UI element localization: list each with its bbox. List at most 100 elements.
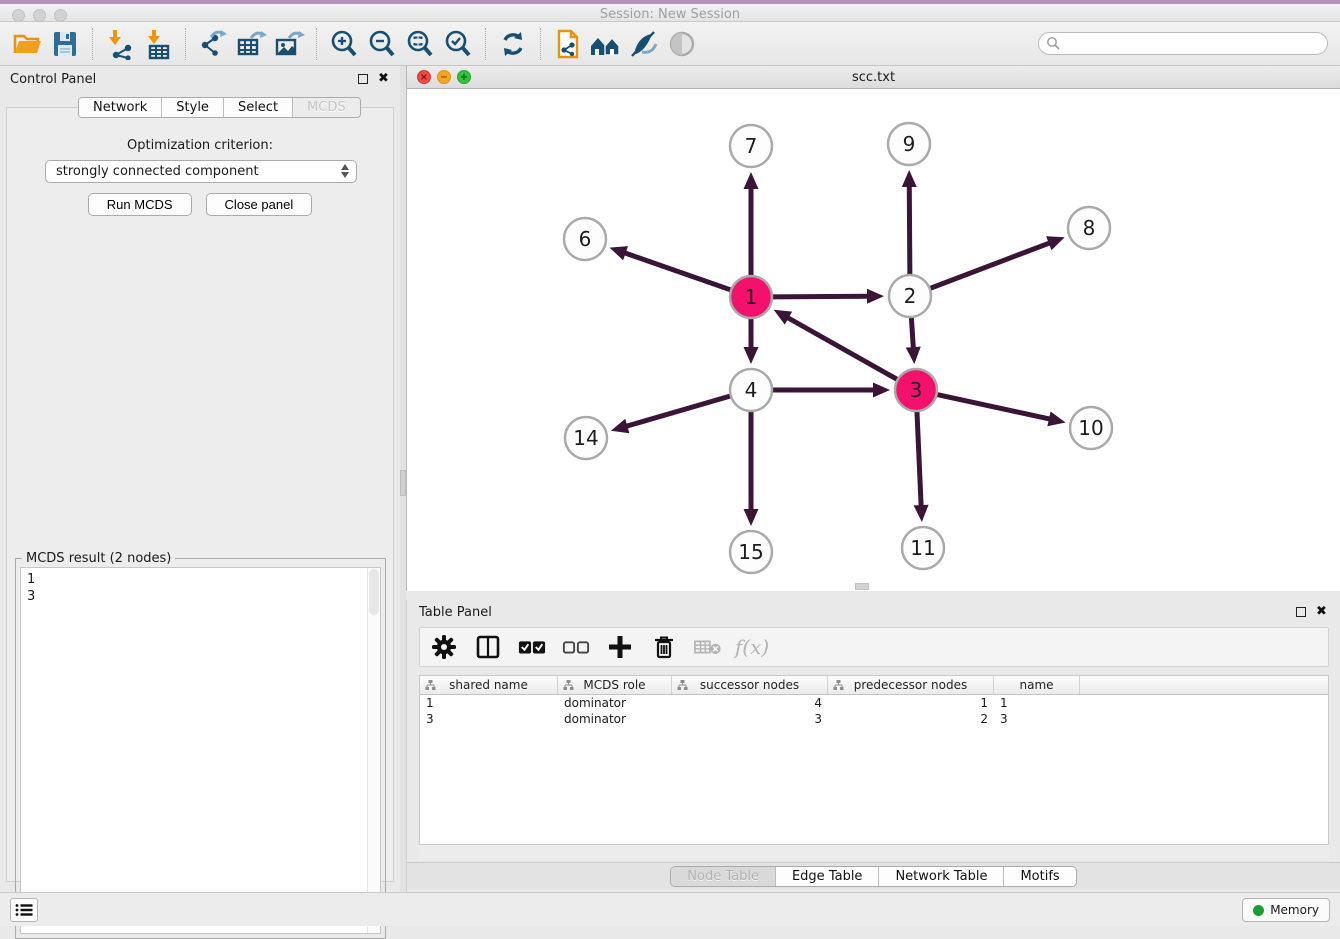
mcds-result-title: MCDS result (2 nodes) <box>22 551 175 566</box>
cell-predecessor-nodes[interactable]: 1 <box>828 696 994 710</box>
search-input[interactable] <box>1038 32 1328 55</box>
graph-edge-3-11[interactable] <box>917 411 921 506</box>
result-scrollbar[interactable] <box>367 568 380 933</box>
control-panel-close-button[interactable]: ✖ <box>377 73 390 86</box>
open-session-button[interactable] <box>9 26 45 62</box>
apply-layout-button[interactable] <box>495 26 531 62</box>
column-view-button[interactable] <box>474 633 502 661</box>
graph-node-4[interactable]: 4 <box>730 369 772 411</box>
export-image-button[interactable] <box>271 26 307 62</box>
cell-name[interactable]: 1 <box>994 696 1080 710</box>
tab-motifs[interactable]: Motifs <box>1004 867 1075 886</box>
graph-node-11[interactable]: 11 <box>902 527 944 569</box>
horizontal-splitter[interactable] <box>406 591 1340 600</box>
column-header-successor-nodes[interactable]: successor nodes <box>672 676 828 694</box>
gear-icon <box>431 634 457 660</box>
add-column-button[interactable] <box>606 633 634 661</box>
optimization-criterion-select[interactable]: strongly connected component <box>45 160 357 183</box>
graph-node-14[interactable]: 14 <box>565 417 607 459</box>
control-panel-tabs: Network Style Select MCDS <box>78 97 361 118</box>
tab-edge-table[interactable]: Edge Table <box>776 867 879 886</box>
cell-name[interactable]: 3 <box>994 712 1080 726</box>
graph-edge-2-8[interactable] <box>930 243 1050 289</box>
zoom-in-button[interactable] <box>326 26 362 62</box>
function-builder-button[interactable]: f(x) <box>738 633 766 661</box>
graph-edge-4-14[interactable] <box>626 396 731 426</box>
gear-button[interactable] <box>430 633 458 661</box>
graph-edge-2-9[interactable] <box>909 186 910 275</box>
tab-style[interactable]: Style <box>162 98 224 117</box>
hierarchy-icon <box>425 680 436 691</box>
graph-node-15[interactable]: 15 <box>730 531 772 573</box>
graph-node-6[interactable]: 6 <box>564 218 606 260</box>
cell-predecessor-nodes[interactable]: 2 <box>828 712 994 726</box>
zoom-selected-button[interactable] <box>440 26 476 62</box>
graph-node-label: 10 <box>1078 416 1103 440</box>
export-table-button[interactable] <box>233 26 269 62</box>
search-icon <box>1046 36 1061 51</box>
delete-table-button[interactable] <box>694 633 722 661</box>
tab-node-table[interactable]: Node Table <box>671 867 776 886</box>
run-mcds-button[interactable]: Run MCDS <box>88 193 192 216</box>
table-panel-float-button[interactable] <box>1294 606 1307 619</box>
graph-node-3[interactable]: 3 <box>895 369 937 411</box>
column-header-name[interactable]: name <box>994 676 1080 694</box>
tab-select[interactable]: Select <box>224 98 293 117</box>
task-history-button[interactable] <box>10 898 38 922</box>
graph-node-9[interactable]: 9 <box>888 123 930 165</box>
export-table-icon <box>235 28 267 60</box>
zoom-fit-button[interactable] <box>402 26 438 62</box>
network-canvas[interactable]: 1 2 3 4 6 7 8 9 10 11 14 15 <box>407 89 1335 591</box>
cell-mcds-role[interactable]: dominator <box>558 696 672 710</box>
close-panel-button[interactable]: Close panel <box>206 193 313 216</box>
first-neighbors-button[interactable] <box>588 26 624 62</box>
graph-node-7[interactable]: 7 <box>730 125 772 167</box>
graph-edge-3-1[interactable] <box>788 318 898 380</box>
import-table-button[interactable] <box>140 26 176 62</box>
graph-edge-1-6[interactable] <box>625 253 732 290</box>
import-network-button[interactable] <box>102 26 138 62</box>
graph-node-10[interactable]: 10 <box>1070 407 1112 449</box>
mcds-result-list[interactable]: 1 3 <box>20 567 381 934</box>
select-all-button[interactable] <box>518 633 546 661</box>
graph-node-label: 9 <box>903 132 916 156</box>
network-graph[interactable]: 1 2 3 4 6 7 8 9 10 11 14 15 <box>407 89 1335 591</box>
column-header-shared-name[interactable]: shared name <box>420 676 558 694</box>
table-scrollbar[interactable] <box>419 845 1329 859</box>
tab-mcds[interactable]: MCDS <box>293 98 360 117</box>
hierarchy-icon <box>833 680 844 691</box>
graph-edge-3-10[interactable] <box>937 394 1050 419</box>
save-session-button[interactable] <box>47 26 83 62</box>
graph-node-8[interactable]: 8 <box>1068 207 1110 249</box>
cell-shared-name[interactable]: 1 <box>420 696 558 710</box>
table-tabbar: Node Table Edge Table Network Table Moti… <box>407 862 1340 889</box>
graph-node-2[interactable]: 2 <box>889 275 931 317</box>
table-panel-close-button[interactable]: ✖ <box>1315 606 1328 619</box>
tab-network[interactable]: Network <box>79 98 162 117</box>
show-style-button[interactable] <box>626 26 662 62</box>
table-row[interactable]: 1 dominator 4 1 1 <box>420 695 1328 711</box>
delete-column-button[interactable] <box>650 633 678 661</box>
zoom-out-button[interactable] <box>364 26 400 62</box>
table-row[interactable]: 3 dominator 3 2 3 <box>420 711 1328 727</box>
first-neighbors-icon <box>589 28 623 60</box>
tab-network-table[interactable]: Network Table <box>879 867 1004 886</box>
graph-edge-1-2[interactable] <box>772 296 868 297</box>
new-network-from-selection-button[interactable] <box>550 26 586 62</box>
deselect-all-button[interactable] <box>562 633 590 661</box>
mcds-result-group: MCDS result (2 nodes) 1 3 <box>15 558 386 939</box>
column-header-predecessor-nodes[interactable]: predecessor nodes <box>828 676 994 694</box>
cell-shared-name[interactable]: 3 <box>420 712 558 726</box>
graphics-details-button[interactable] <box>664 26 700 62</box>
control-panel-float-button[interactable] <box>356 73 369 86</box>
control-panel-header: Control Panel ✖ <box>0 66 400 92</box>
graph-node-1[interactable]: 1 <box>730 276 772 318</box>
export-network-button[interactable] <box>195 26 231 62</box>
cell-mcds-role[interactable]: dominator <box>558 712 672 726</box>
column-header-mcds-role[interactable]: MCDS role <box>558 676 672 694</box>
cell-successor-nodes[interactable]: 4 <box>672 696 828 710</box>
cell-successor-nodes[interactable]: 3 <box>672 712 828 726</box>
memory-button[interactable]: Memory <box>1242 898 1330 922</box>
canvas-resize-grip[interactable] <box>855 583 869 590</box>
graph-edge-2-3[interactable] <box>911 317 913 348</box>
